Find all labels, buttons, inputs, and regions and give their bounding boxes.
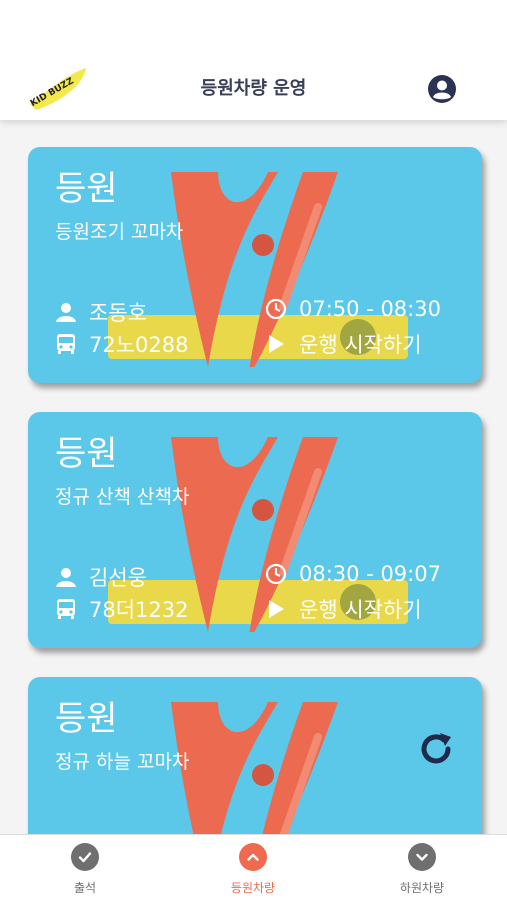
play-icon: [269, 600, 284, 618]
driver-row: 김선웅: [55, 562, 147, 592]
card-heading: 등원: [55, 699, 118, 739]
app-header: KID BUZZ 등원차량 운영: [0, 0, 507, 120]
tab-label: 등원차량: [230, 881, 276, 895]
chevron-down-icon: [408, 843, 436, 871]
time-row: 07:50 - 08:30: [265, 297, 441, 321]
bus-icon: [57, 334, 75, 354]
tab-attendance[interactable]: 출석: [25, 843, 145, 896]
card-route-name: 등원조기 꼬마차: [55, 221, 184, 243]
person-icon: [56, 303, 76, 322]
clock-icon: [265, 298, 287, 320]
start-operation-label: 운행 시작하기: [299, 598, 422, 622]
clock-icon: [265, 563, 287, 585]
play-icon: [269, 335, 284, 353]
person-icon: [56, 568, 76, 587]
check-icon: [71, 843, 99, 871]
card-route-name: 정규 하늘 꼬마차: [55, 751, 190, 773]
tab-evening-vehicle[interactable]: 하원차량: [362, 843, 482, 896]
plate-row: 72노0288: [55, 329, 189, 359]
driver-name: 조동호: [89, 301, 147, 325]
plate-row: 78더1232: [55, 594, 189, 624]
vehicle-card[interactable]: 등원 등원조기 꼬마차 조동호 07:50 - 08:30 72노0288 운행…: [28, 147, 482, 383]
plate-number: 72노0288: [89, 333, 189, 357]
vehicle-list: 등원 등원조기 꼬마차 조동호 07:50 - 08:30 72노0288 운행…: [0, 120, 507, 834]
time-row: 08:30 - 09:07: [265, 562, 441, 586]
tab-label: 하원차량: [399, 881, 445, 895]
schedule-time: 08:30 - 09:07: [299, 562, 441, 586]
tab-label: 출석: [73, 881, 97, 895]
card-heading: 등원: [55, 169, 118, 209]
profile-icon[interactable]: [427, 74, 457, 104]
start-operation-button[interactable]: 운행 시작하기: [265, 329, 422, 359]
bus-icon: [57, 599, 75, 619]
start-operation-label: 운행 시작하기: [299, 333, 422, 357]
card-heading: 등원: [55, 434, 118, 474]
vehicle-card[interactable]: 등원 정규 하늘 꼬마차: [28, 677, 482, 834]
tab-morning-vehicle[interactable]: 등원차량: [193, 843, 313, 896]
schedule-time: 07:50 - 08:30: [299, 297, 441, 321]
vehicle-card[interactable]: 등원 정규 산책 산책차 김선웅 08:30 - 09:07 78더1232 운…: [28, 412, 482, 648]
driver-name: 김선웅: [89, 566, 147, 590]
refresh-icon[interactable]: [414, 727, 458, 771]
driver-row: 조동호: [55, 297, 147, 327]
bottom-tab-bar: 출석 등원차량 하원차량: [0, 834, 507, 901]
start-operation-button[interactable]: 운행 시작하기: [265, 594, 422, 624]
card-route-name: 정규 산책 산책차: [55, 486, 190, 508]
chevron-up-icon: [239, 843, 267, 871]
plate-number: 78더1232: [89, 598, 189, 622]
